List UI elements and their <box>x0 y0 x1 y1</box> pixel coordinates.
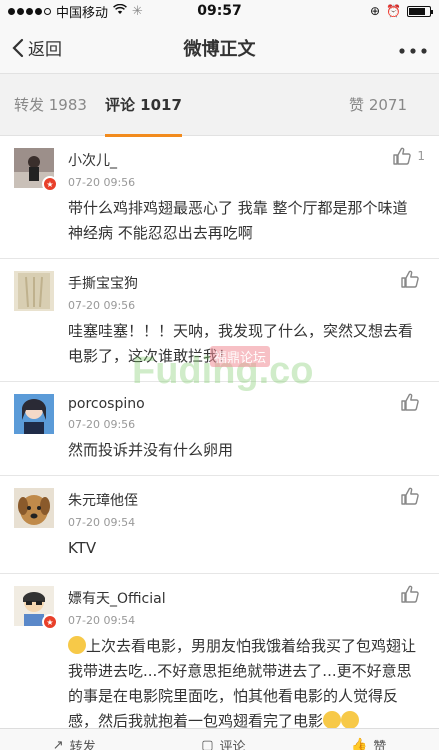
status-right: ⊕ ⏰ <box>369 4 433 18</box>
tab-likes[interactable]: 赞 2071 <box>349 94 407 115</box>
chevron-left-icon <box>12 38 24 57</box>
comment-author[interactable]: 小次儿_ <box>68 150 425 170</box>
comment-time: 07-20 09:56 <box>68 299 136 312</box>
back-button[interactable]: 返回 <box>12 35 62 60</box>
comment-author[interactable]: porcospino <box>68 396 425 412</box>
avatar[interactable] <box>14 271 54 311</box>
comment-text: 带什么鸡排鸡翅最恶心了 我靠 整个厅都是那个味道 神经病 不能忍忍出去再吃啊 <box>68 199 408 242</box>
laughing-emoji-icon <box>341 711 360 729</box>
status-left: 中国移动 ✳ <box>8 2 143 21</box>
comment-label: 评论 <box>219 740 246 750</box>
carrier-label: 中国移动 <box>56 5 109 21</box>
repost-button[interactable]: ↗ 转发 <box>53 736 96 750</box>
like-button[interactable]: 1 <box>392 146 425 166</box>
comment-time: 07-20 09:54 <box>68 614 136 627</box>
thumbs-up-icon <box>393 147 412 165</box>
loading-spinner-icon: ✳ <box>132 3 143 19</box>
tab-bar: 转发 1983 评论 1017 赞 2071 <box>0 74 439 137</box>
more-options-button[interactable] <box>399 35 427 60</box>
bottom-action-bar: ↗ 转发 ▢ 评论 👍 赞 <box>0 728 439 750</box>
status-time: 09:57 <box>197 3 242 19</box>
comment-text: 上次去看电影，男朋友怕我饿着给我买了包鸡翅让我带进去吃...不好意思拒绝就带进去… <box>68 637 417 730</box>
comment-icon: ▢ <box>201 738 214 750</box>
comment-text-block: 上次去看电影，男朋友怕我饿着给我买了包鸡翅让我带进去吃...不好意思拒绝就带进去… <box>68 634 425 734</box>
repost-icon: ↗ <box>52 738 64 750</box>
vip-badge-icon: ★ <box>42 176 58 192</box>
repost-label: 转发 <box>69 740 96 750</box>
comment-text: KTV <box>68 539 97 557</box>
avatar[interactable]: ★ <box>14 148 58 192</box>
vip-badge-icon: ★ <box>42 614 58 630</box>
battery-icon <box>407 5 433 17</box>
rotation-lock-icon: ⊕ <box>369 4 381 18</box>
wifi-icon <box>113 3 127 19</box>
status-bar: 中国移动 ✳ 09:57 ⊕ ⏰ <box>0 0 439 22</box>
thumbs-up-icon <box>401 585 419 603</box>
comment-time: 07-20 09:56 <box>68 176 136 189</box>
comment-item[interactable]: ★ 小次儿_ 07-20 09:56 带什么鸡排鸡翅最恶心了 我靠 整个厅都是那… <box>0 136 439 259</box>
thumbs-up-icon <box>401 393 419 411</box>
more-icon <box>399 48 427 54</box>
watermark-badge: 福鼎论坛 <box>210 346 271 367</box>
page-title: 微博正文 <box>183 38 256 60</box>
alarm-icon: ⏰ <box>386 4 401 18</box>
thumbs-up-icon <box>401 270 419 288</box>
thumbs-up-icon: 👍 <box>351 738 368 750</box>
nav-bar: 返回 微博正文 <box>0 22 439 74</box>
signal-strength-icon <box>8 7 51 15</box>
comment-item[interactable]: ★ 嫖有天_Official 07-20 09:54 上次去看电影，男朋友怕我饿… <box>0 574 439 746</box>
sweat-emoji-icon <box>68 636 86 654</box>
like-bottom-button[interactable]: 👍 赞 <box>351 736 386 750</box>
avatar[interactable]: ★ <box>14 586 58 630</box>
like-count: 1 <box>417 149 425 163</box>
avatar[interactable] <box>14 394 54 434</box>
like-button[interactable] <box>400 486 425 506</box>
like-button[interactable] <box>400 584 425 604</box>
tab-repost[interactable]: 转发 1983 <box>14 94 87 115</box>
comment-item[interactable]: 朱元璋他侄 07-20 09:54 KTV <box>0 476 439 574</box>
comment-list: ★ 小次儿_ 07-20 09:56 带什么鸡排鸡翅最恶心了 我靠 整个厅都是那… <box>0 136 439 746</box>
like-button[interactable] <box>400 269 425 289</box>
laughing-emoji-icon <box>323 711 342 729</box>
comment-button[interactable]: ▢ 评论 <box>201 736 245 750</box>
back-label: 返回 <box>28 40 62 60</box>
comment-author[interactable]: 手撕宝宝狗 <box>68 273 425 293</box>
comment-time: 07-20 09:56 <box>68 418 136 431</box>
comment-author[interactable]: 朱元璋他侄 <box>68 490 425 510</box>
comment-author[interactable]: 嫖有天_Official <box>68 588 425 608</box>
avatar[interactable] <box>14 488 54 528</box>
comment-time: 07-20 09:54 <box>68 516 136 529</box>
comment-text: 然而投诉并没有什么卵用 <box>68 441 234 459</box>
like-label: 赞 <box>373 740 387 750</box>
tab-comments[interactable]: 评论 1017 <box>104 94 182 137</box>
thumbs-up-icon <box>401 487 419 505</box>
like-button[interactable] <box>400 392 425 412</box>
comment-item[interactable]: porcospino 07-20 09:56 然而投诉并没有什么卵用 <box>0 382 439 476</box>
